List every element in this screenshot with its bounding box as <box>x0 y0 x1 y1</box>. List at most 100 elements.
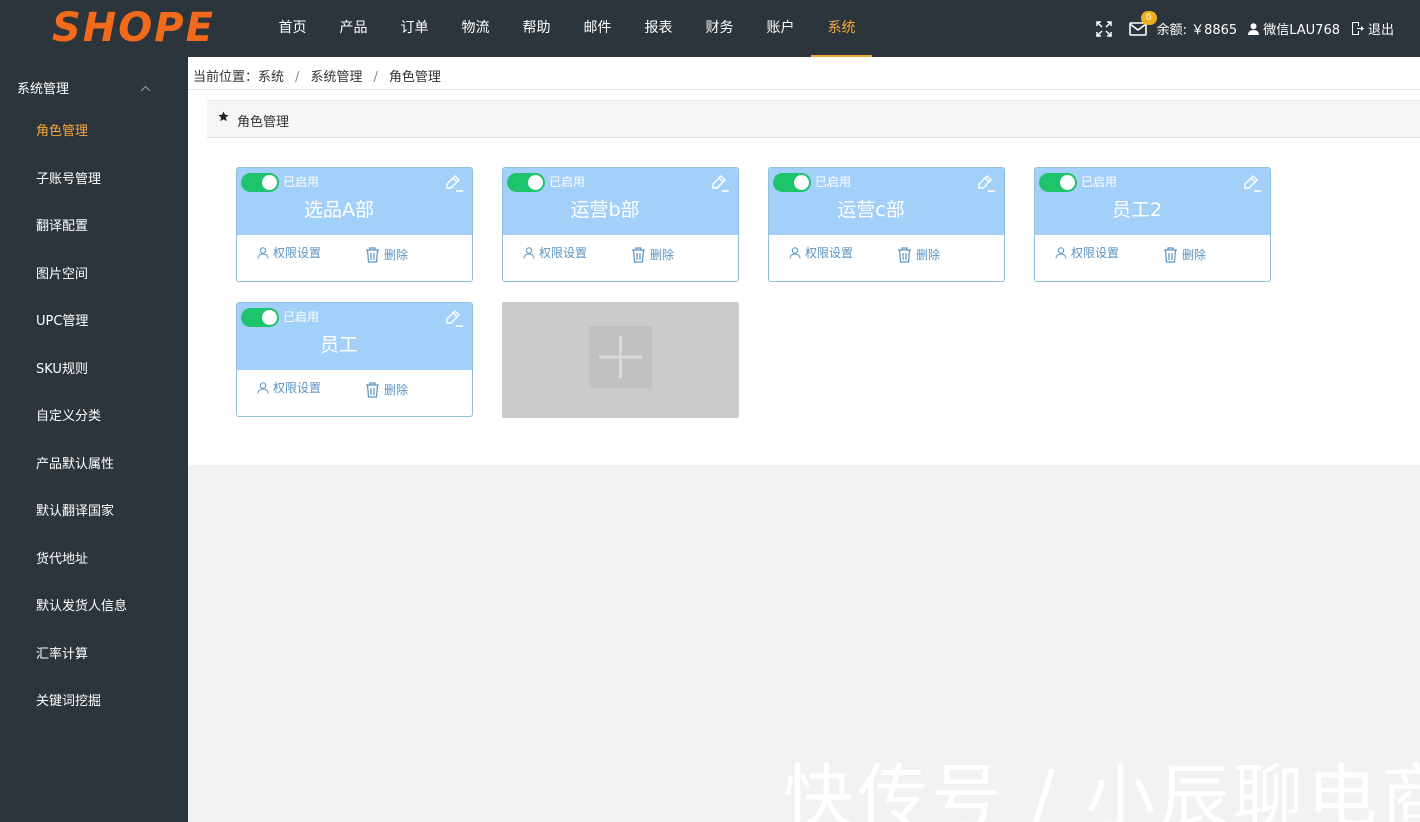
sidebar-section-label: 系统管理 <box>17 82 70 97</box>
sidebar-item-exchange-rate[interactable]: 汇率计算 <box>0 633 188 677</box>
sidebar-item-translation-config[interactable]: 翻译配置 <box>0 205 188 249</box>
nav-finance[interactable]: 财务 <box>689 0 750 57</box>
logo[interactable]: SHOPE <box>52 6 215 50</box>
delete-label: 删除 <box>916 248 941 262</box>
main-nav: 首页 产品 订单 物流 帮助 邮件 报表 财务 账户 系统 <box>262 0 872 57</box>
logout-icon[interactable] <box>1351 20 1364 38</box>
nav-account[interactable]: 账户 <box>750 0 811 57</box>
top-bar: SHOPE 首页 产品 订单 物流 帮助 邮件 报表 财务 账户 系统 0 余额… <box>0 0 1420 57</box>
delete-label: 删除 <box>650 248 675 262</box>
sidebar-item-default-shipper[interactable]: 默认发货人信息 <box>0 585 188 629</box>
role-card-header: 已启用 运营c部 <box>769 168 1004 235</box>
enable-toggle[interactable] <box>507 173 545 192</box>
role-card-header: 已启用 选品A部 <box>237 168 472 235</box>
enable-toggle[interactable] <box>241 173 279 192</box>
breadcrumb-prefix: 当前位置： <box>193 70 259 85</box>
username[interactable]: 微信LAU768 <box>1263 19 1340 38</box>
balance: 余额: ￥8865 <box>1156 23 1238 38</box>
nav-mail[interactable]: 邮件 <box>567 0 628 57</box>
role-card-header: 已启用 运营b部 <box>503 168 738 235</box>
top-right-tools: 0 余额: ￥8865 微信LAU768 退出 <box>1081 0 1394 57</box>
role-name: 员工2 <box>1111 199 1163 221</box>
delete-button[interactable]: 删除 <box>631 246 674 263</box>
fullscreen-icon[interactable] <box>1095 20 1113 38</box>
delete-button[interactable]: 删除 <box>1163 246 1206 263</box>
role-card-header: 已启用 员工 <box>237 303 472 370</box>
panel-title: 角色管理 <box>237 115 290 130</box>
permission-settings-label: 权限设置 <box>273 246 322 260</box>
permission-settings-label: 权限设置 <box>539 246 588 260</box>
logout-link[interactable]: 退出 <box>1368 19 1394 38</box>
edit-icon[interactable] <box>976 173 996 193</box>
role-card: 已启用 选品A部 权限设置 删除 <box>236 167 473 282</box>
breadcrumb-item[interactable]: 系统管理 <box>310 70 362 85</box>
edit-icon[interactable] <box>1242 173 1262 193</box>
enable-toggle[interactable] <box>773 173 811 192</box>
status-label: 已启用 <box>283 310 320 324</box>
sidebar-item-custom-category[interactable]: 自定义分类 <box>0 395 188 439</box>
permission-settings-label: 权限设置 <box>805 246 854 260</box>
delete-label: 删除 <box>1182 248 1207 262</box>
status-label: 已启用 <box>1081 175 1118 189</box>
role-name: 运营c部 <box>837 199 905 221</box>
watermark: 快传号 / 小辰聊电商 <box>783 756 1420 822</box>
sidebar: 系统管理 角色管理 子账号管理 翻译配置 图片空间 UPC管理 SKU规则 自定… <box>0 57 188 822</box>
main-content: 当前位置：系统 / 系统管理 / 角色管理 角色管理 已启用 选品A部 权限设置 删除 … <box>188 57 1420 465</box>
delete-button[interactable]: 删除 <box>897 246 940 263</box>
permission-settings-label: 权限设置 <box>273 381 322 395</box>
mail-badge: 0 <box>1140 10 1157 25</box>
sidebar-item-default-translation-country[interactable]: 默认翻译国家 <box>0 490 188 534</box>
panel-header: 角色管理 <box>207 100 1420 138</box>
divider <box>188 89 1420 90</box>
role-card: 已启用 员工 权限设置 删除 <box>236 302 473 417</box>
enable-toggle[interactable] <box>241 308 279 327</box>
chevron-up-icon <box>140 81 151 96</box>
sidebar-item-upc[interactable]: UPC管理 <box>0 300 188 344</box>
edit-icon[interactable] <box>710 173 730 193</box>
role-card: 已启用 员工2 权限设置 删除 <box>1034 167 1271 282</box>
role-name: 选品A部 <box>304 199 374 221</box>
nav-home[interactable]: 首页 <box>262 0 323 57</box>
permission-settings-button[interactable]: 权限设置 <box>257 379 321 396</box>
permission-settings-button[interactable]: 权限设置 <box>789 244 853 261</box>
add-role-button[interactable] <box>502 302 739 418</box>
breadcrumb: 当前位置：系统 / 系统管理 / 角色管理 <box>193 70 441 85</box>
nav-logistics[interactable]: 物流 <box>445 0 506 57</box>
edit-icon[interactable] <box>444 173 464 193</box>
permission-settings-button[interactable]: 权限设置 <box>257 244 321 261</box>
delete-label: 删除 <box>384 248 409 262</box>
role-name: 员工 <box>319 334 358 356</box>
edit-icon[interactable] <box>444 308 464 328</box>
status-label: 已启用 <box>815 175 852 189</box>
status-label: 已启用 <box>549 175 586 189</box>
breadcrumb-item[interactable]: 系统 <box>258 70 284 85</box>
role-name: 运营b部 <box>570 199 640 221</box>
sidebar-item-keyword-mining[interactable]: 关键词挖掘 <box>0 680 188 724</box>
sidebar-section-system[interactable]: 系统管理 <box>0 65 188 109</box>
sidebar-item-image-space[interactable]: 图片空间 <box>0 253 188 297</box>
nav-orders[interactable]: 订单 <box>384 0 445 57</box>
sidebar-item-sub-accounts[interactable]: 子账号管理 <box>0 158 188 202</box>
nav-help[interactable]: 帮助 <box>506 0 567 57</box>
enable-toggle[interactable] <box>1039 173 1077 192</box>
sidebar-item-default-attributes[interactable]: 产品默认属性 <box>0 443 188 487</box>
role-card: 已启用 运营c部 权限设置 删除 <box>768 167 1005 282</box>
breadcrumb-item: 角色管理 <box>388 70 441 85</box>
status-label: 已启用 <box>283 175 320 189</box>
role-card-header: 已启用 员工2 <box>1035 168 1270 235</box>
sidebar-item-forwarder-address[interactable]: 货代地址 <box>0 538 188 582</box>
role-card: 已启用 运营b部 权限设置 删除 <box>502 167 739 282</box>
mail-icon[interactable]: 0 <box>1128 10 1157 38</box>
delete-button[interactable]: 删除 <box>365 381 408 398</box>
nav-products[interactable]: 产品 <box>323 0 384 57</box>
permission-settings-button[interactable]: 权限设置 <box>523 244 587 261</box>
user-icon <box>1247 20 1259 38</box>
nav-reports[interactable]: 报表 <box>628 0 689 57</box>
sidebar-item-sku-rules[interactable]: SKU规则 <box>0 348 188 392</box>
nav-system[interactable]: 系统 <box>811 0 872 57</box>
delete-label: 删除 <box>384 383 409 397</box>
permission-settings-label: 权限设置 <box>1071 246 1120 260</box>
permission-settings-button[interactable]: 权限设置 <box>1055 244 1119 261</box>
delete-button[interactable]: 删除 <box>365 246 408 263</box>
sidebar-item-role-management[interactable]: 角色管理 <box>0 110 188 154</box>
